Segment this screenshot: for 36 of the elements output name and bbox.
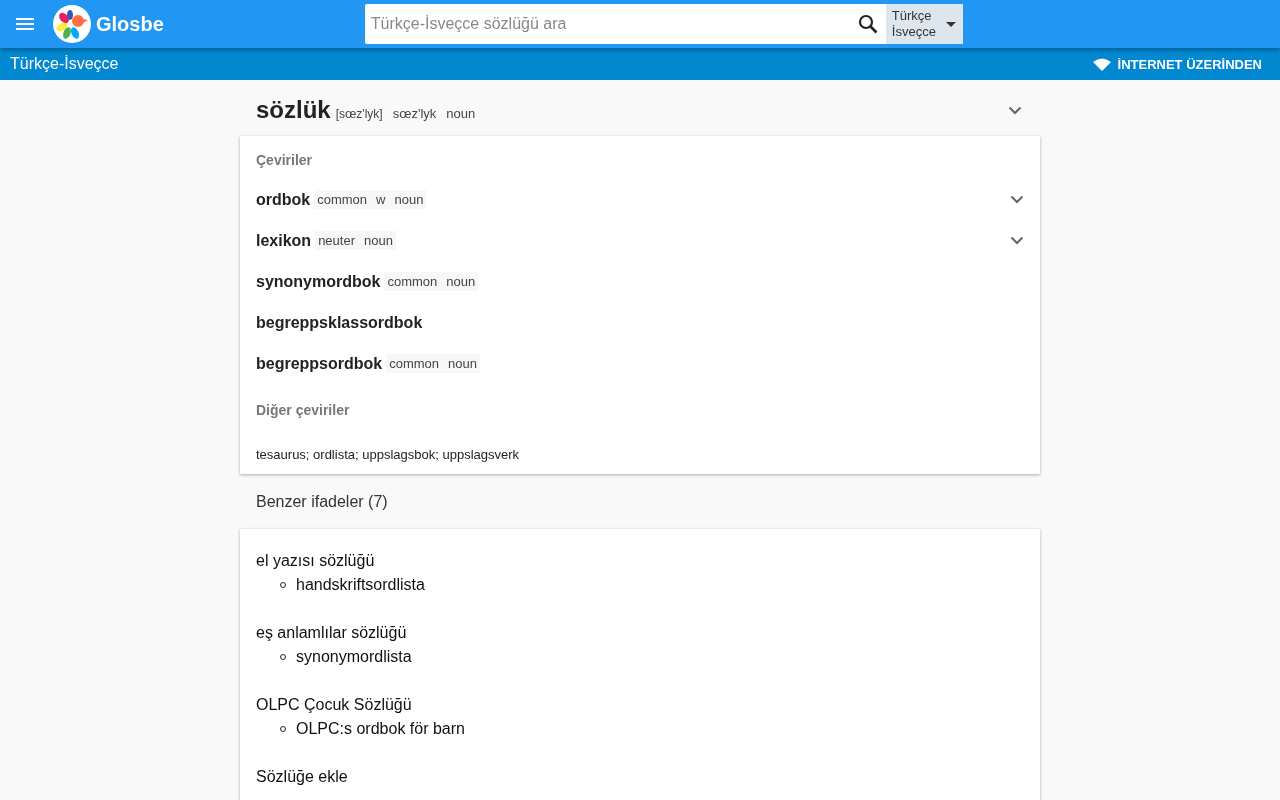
phonetic-text: [sœz'lyk] <box>335 107 383 121</box>
logo-icon[interactable] <box>53 5 91 43</box>
phrase-link[interactable]: eş anlamlılar sözlüğü <box>256 621 1024 645</box>
pronunciation-text: sœz'lyk <box>392 106 437 121</box>
menu-icon[interactable] <box>16 18 34 30</box>
language-button[interactable]: Türkçe İsveçce <box>885 4 963 44</box>
chevron-down-icon[interactable] <box>1008 105 1022 115</box>
translation-link[interactable]: begreppsordbok <box>256 354 383 373</box>
dictionary-title[interactable]: Türkçe-İsveçce <box>10 55 119 73</box>
wifi-icon <box>1092 57 1111 71</box>
grammar-info: common noun <box>386 354 480 373</box>
translation-link[interactable]: synonymordbok <box>256 272 381 291</box>
phrase-link[interactable]: Sözlüğe ekle <box>256 765 1024 789</box>
section-heading: Benzer ifadeler (7) <box>255 492 389 512</box>
phrase-translation: synonymordlista <box>296 647 412 667</box>
grammar-info: common noun <box>384 272 479 291</box>
phrase-translation: handskriftsordlista <box>296 575 425 595</box>
translation-link[interactable]: begreppsklassordbok <box>256 313 423 332</box>
grammar-info: neuter noun <box>315 231 396 250</box>
online-mode-button[interactable]: İNTERNET ÜZERİNDEN <box>1117 56 1262 72</box>
phrase-link[interactable]: el yazısı sözlüğü <box>256 549 1024 573</box>
section-heading: Çeviriler <box>256 151 314 170</box>
headword: sözlük <box>256 96 331 124</box>
other-translations-text: tesaurus; ordlista; uppslagsbok; uppslagsverk <box>256 446 521 462</box>
chevron-down-icon[interactable] <box>1010 236 1024 245</box>
translation-link[interactable]: ordbok <box>256 190 311 209</box>
part-of-speech: noun <box>446 106 476 121</box>
search-field[interactable]: Türkçe-İsveçce sözlüğü ara Türkçe İsveçce <box>364 4 963 44</box>
translation-link[interactable]: lexikon <box>256 231 312 250</box>
section-heading: Diğer çeviriler <box>256 401 351 420</box>
grammar-info: common w noun <box>314 190 427 209</box>
dropdown-caret-icon <box>945 21 956 27</box>
phrase-translation: OLPC:s ordbok för barn <box>296 719 465 739</box>
phrase-link[interactable]: OLPC Çocuk Sözlüğü <box>256 693 1024 717</box>
chevron-down-icon[interactable] <box>1010 195 1024 204</box>
search-icon[interactable] <box>857 14 878 34</box>
